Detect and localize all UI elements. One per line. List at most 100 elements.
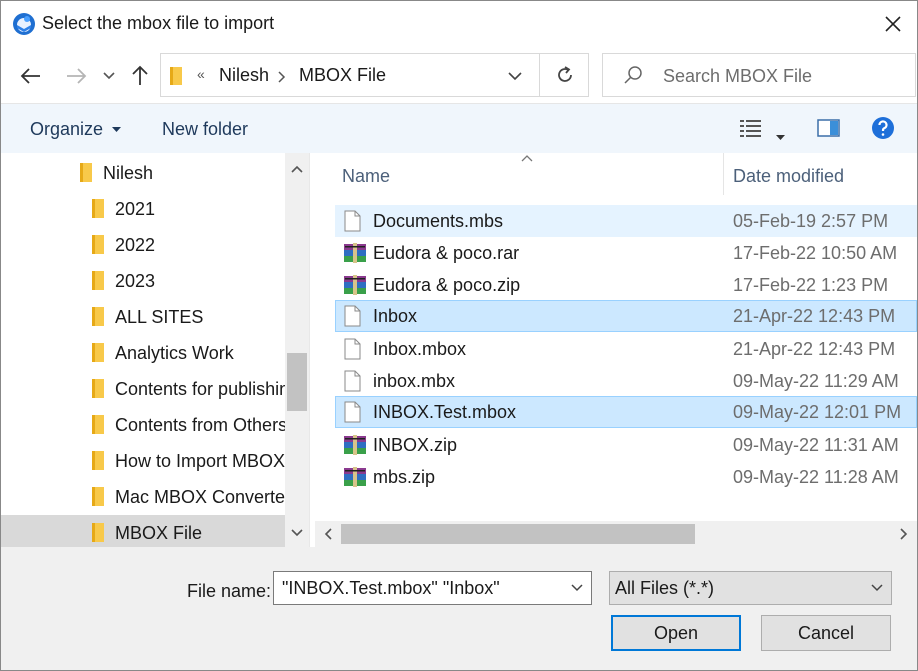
- folder-icon: [80, 163, 92, 182]
- file-list-pane[interactable]: Name Date modified Documents.mbs 05-Feb-…: [315, 153, 917, 547]
- file-name-dropdown-button[interactable]: [563, 572, 591, 604]
- folder-icon: [92, 415, 104, 434]
- nav-pane-scrollbar[interactable]: [285, 153, 309, 547]
- folder-icon: [92, 343, 104, 362]
- folder-icon: [92, 235, 104, 254]
- file-date: 21-Apr-22 12:43 PM: [733, 306, 896, 326]
- file-name-combobox[interactable]: [273, 571, 592, 605]
- winrar-archive-icon: [344, 275, 366, 295]
- folder-icon: [92, 307, 104, 326]
- nav-item-2022[interactable]: 2022: [1, 227, 285, 261]
- winrar-archive-icon: [344, 243, 366, 263]
- nav-item-mbox-file[interactable]: MBOX File: [1, 515, 285, 547]
- chevron-left-icon: [324, 528, 332, 540]
- nav-item-label: 2023: [115, 271, 156, 291]
- file-name: inbox.mbx: [373, 371, 456, 391]
- file-name: mbs.zip: [373, 467, 436, 487]
- nav-item-label: Mac MBOX Converter: [115, 487, 292, 507]
- nav-item-label: Analytics Work: [115, 343, 234, 363]
- up-button[interactable]: [125, 61, 155, 91]
- nav-item-label: How to Import MBOX: [115, 451, 286, 471]
- address-dropdown-button[interactable]: [501, 64, 529, 88]
- scroll-up-button[interactable]: [285, 155, 309, 183]
- file-date: 05-Feb-19 2:57 PM: [733, 211, 889, 231]
- folder-icon: [92, 199, 104, 218]
- nav-item-nilesh[interactable]: Nilesh: [1, 155, 285, 189]
- close-button[interactable]: [869, 1, 917, 47]
- help-button[interactable]: [871, 116, 895, 145]
- preview-pane-button[interactable]: [817, 118, 841, 143]
- file-icon: [344, 210, 361, 232]
- column-header-name[interactable]: Name: [342, 166, 390, 187]
- cancel-button[interactable]: Cancel: [761, 615, 891, 651]
- column-divider[interactable]: [723, 153, 724, 195]
- search-box[interactable]: [602, 53, 916, 97]
- file-date: 09-May-22 11:28 AM: [733, 467, 899, 487]
- nav-item-2021[interactable]: 2021: [1, 191, 285, 225]
- details-view-icon: [740, 120, 761, 137]
- file-row[interactable]: Inbox 21-Apr-22 12:43 PM: [335, 300, 917, 332]
- breadcrumb-nilesh[interactable]: Nilesh: [219, 65, 269, 86]
- file-icon: [344, 401, 361, 423]
- recent-locations-button[interactable]: [96, 61, 122, 91]
- file-row[interactable]: mbs.zip 09-May-22 11:28 AM: [335, 461, 917, 493]
- folder-icon: [170, 67, 182, 85]
- back-button[interactable]: [16, 61, 46, 91]
- sort-ascending-icon: [521, 153, 533, 165]
- file-name: Documents.mbs: [373, 211, 504, 231]
- nav-item-contents-for-publishing[interactable]: Contents for publishing: [1, 371, 299, 405]
- chevron-right-icon: [900, 528, 908, 540]
- chevron-down-icon: [291, 529, 303, 537]
- caret-down-icon: [776, 135, 785, 140]
- file-list-horizontal-scrollbar[interactable]: [315, 521, 917, 547]
- chevron-right-icon: [278, 71, 286, 83]
- file-row[interactable]: Documents.mbs 05-Feb-19 2:57 PM: [335, 205, 917, 237]
- nav-item-label: ALL SITES: [115, 307, 204, 327]
- nav-item-how-to-import-mbox[interactable]: How to Import MBOX: [1, 443, 285, 477]
- scroll-right-button[interactable]: [891, 521, 917, 547]
- change-view-button[interactable]: [739, 118, 763, 143]
- scroll-thumb[interactable]: [341, 524, 695, 544]
- window-title: Select the mbox file to import: [42, 13, 275, 33]
- arrow-left-icon: [20, 68, 40, 84]
- nav-item-label: MBOX File: [115, 523, 203, 543]
- organize-button[interactable]: Organize: [30, 119, 122, 140]
- file-open-dialog: Select the mbox file to import « Nilesh …: [0, 0, 918, 671]
- file-name: INBOX.zip: [373, 435, 458, 455]
- breadcrumb-mbox-file[interactable]: MBOX File: [299, 65, 386, 86]
- file-row[interactable]: Eudora & poco.rar 17-Feb-22 10:50 AM: [335, 237, 917, 269]
- file-row[interactable]: INBOX.Test.mbox 09-May-22 12:01 PM: [335, 396, 917, 428]
- file-row[interactable]: inbox.mbx 09-May-22 11:29 AM: [335, 365, 917, 397]
- view-options-button[interactable]: [776, 126, 785, 146]
- nav-item-all-sites[interactable]: ALL SITES: [1, 299, 285, 333]
- file-row[interactable]: Inbox.mbox 21-Apr-22 12:43 PM: [335, 333, 917, 365]
- nav-item-2023[interactable]: 2023: [1, 263, 285, 297]
- nav-item-analytics-work[interactable]: Analytics Work: [1, 335, 285, 369]
- nav-item-label: 2022: [115, 235, 156, 255]
- forward-button[interactable]: [61, 61, 91, 91]
- organize-label: Organize: [30, 119, 104, 139]
- nav-item-mac-mbox-converter[interactable]: Mac MBOX Converter: [1, 479, 291, 513]
- search-input[interactable]: [661, 64, 901, 88]
- nav-item-contents-from-others[interactable]: Contents from Others: [1, 407, 287, 441]
- chevron-down-icon: [871, 584, 883, 592]
- file-type-select[interactable]: All Files (*.*): [609, 571, 892, 605]
- command-toolbar: Organize New folder: [1, 103, 917, 153]
- scroll-thumb[interactable]: [287, 353, 307, 411]
- title-bar: Select the mbox file to import: [1, 1, 917, 47]
- file-name-input[interactable]: [280, 577, 560, 599]
- new-folder-button[interactable]: New folder: [162, 119, 248, 140]
- file-type-dropdown-button[interactable]: [863, 572, 891, 604]
- navigation-pane[interactable]: Nilesh 2021 2022 2023 ALL SITES Analytic…: [1, 153, 311, 547]
- refresh-button[interactable]: [541, 54, 589, 96]
- address-bar[interactable]: « Nilesh MBOX File: [160, 53, 589, 97]
- open-button[interactable]: Open: [611, 615, 741, 651]
- file-row[interactable]: INBOX.zip 09-May-22 11:31 AM: [335, 429, 917, 461]
- breadcrumb-overflow[interactable]: «: [197, 66, 205, 82]
- file-date: 09-May-22 11:31 AM: [733, 435, 899, 455]
- scroll-down-button[interactable]: [285, 519, 309, 547]
- help-icon: [872, 117, 894, 139]
- file-row[interactable]: Eudora & poco.zip 17-Feb-22 1:23 PM: [335, 269, 917, 301]
- scroll-left-button[interactable]: [315, 521, 341, 547]
- column-header-date-modified[interactable]: Date modified: [733, 166, 844, 187]
